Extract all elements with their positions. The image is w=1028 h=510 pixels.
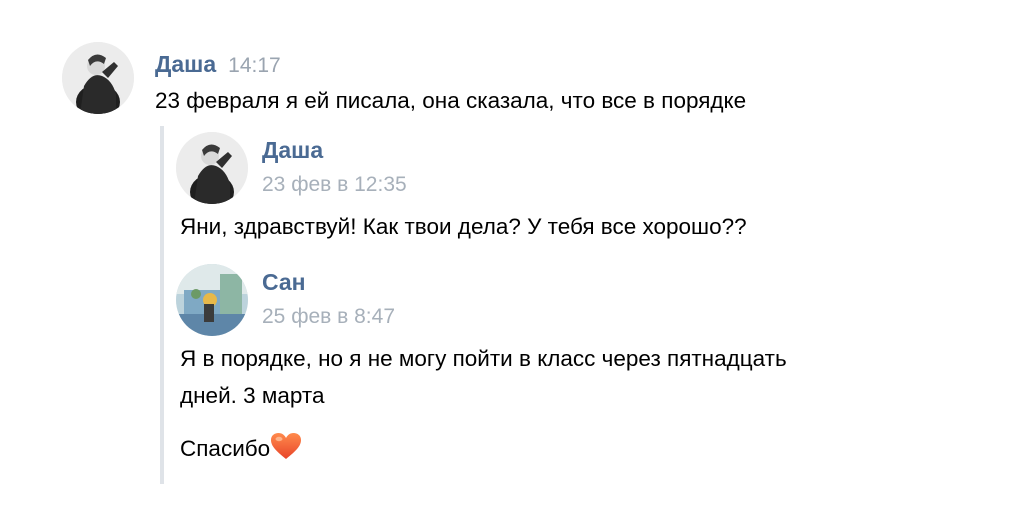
forwarded-quote-bar [160, 126, 164, 484]
forwarded-text-line: дней. 3 марта [180, 383, 325, 408]
avatar-photo-dasha [176, 132, 248, 204]
thanks-text: Спасибо [180, 436, 271, 461]
forwarded-text-line: Спасибо [180, 430, 920, 467]
forwarded-text: Яни, здравствуй! Как твои дела? У тебя в… [180, 214, 747, 239]
forwarded-text: Я в порядке, но я не могу пойти в класс … [180, 340, 920, 467]
avatar-photo-dasha [62, 42, 134, 114]
avatar-san[interactable] [176, 264, 248, 336]
message-header: Даша 14:17 [155, 51, 281, 78]
forwarded-author-name[interactable]: Даша [262, 137, 323, 164]
avatar-dasha[interactable] [176, 132, 248, 204]
conversation: Даша 14:17 23 февраля я ей писала, она ск… [0, 0, 1028, 510]
author-name[interactable]: Даша [155, 51, 216, 77]
avatar-dasha[interactable] [62, 42, 134, 114]
forwarded-date[interactable]: 23 фев в 12:35 [262, 173, 407, 197]
message-text: 23 февраля я ей писала, она сказала, что… [155, 88, 747, 113]
avatar-photo-san [176, 264, 248, 336]
forwarded-author-name[interactable]: Сан [262, 269, 306, 296]
heart-emoji-icon [271, 433, 302, 459]
forwarded-date[interactable]: 25 фев в 8:47 [262, 305, 395, 329]
forwarded-text-line: Я в порядке, но я не могу пойти в класс … [180, 346, 787, 371]
message-time[interactable]: 14:17 [228, 54, 281, 77]
